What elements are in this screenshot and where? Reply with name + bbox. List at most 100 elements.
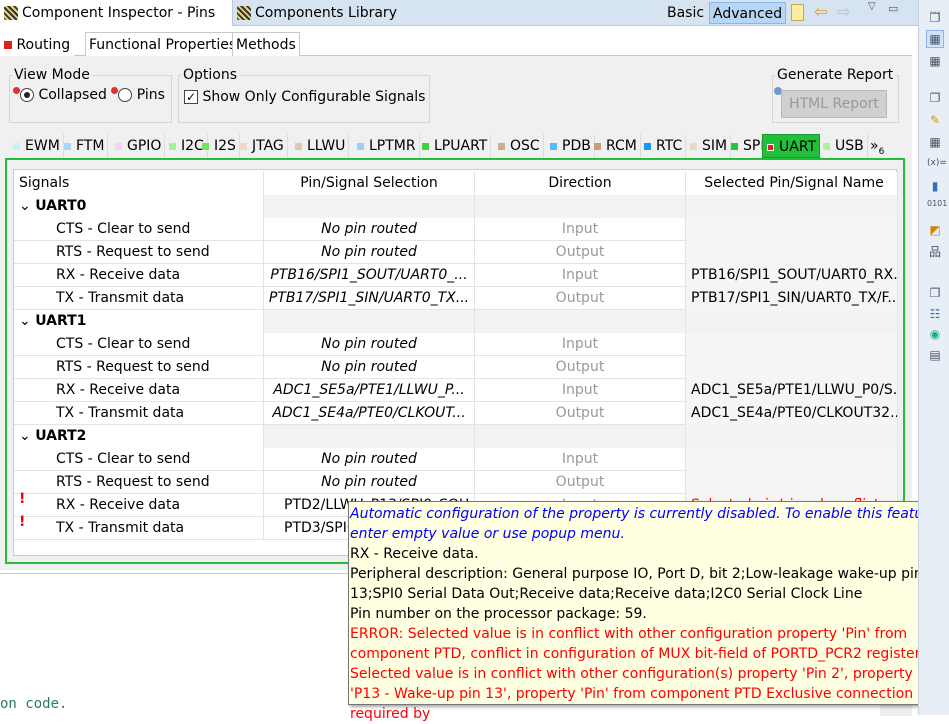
- table-row[interactable]: CTS - Clear to send No pin routed Input: [14, 218, 898, 241]
- show-configurable-checkbox[interactable]: ✓: [184, 90, 198, 104]
- direction: Input: [475, 218, 686, 241]
- peripheral-tab-uart[interactable]: UART: [762, 134, 821, 158]
- pin-selection[interactable]: No pin routed: [264, 241, 475, 264]
- peripheral-tab-ftm[interactable]: FTM: [60, 134, 109, 158]
- expressions-icon[interactable]: (x)=: [927, 155, 947, 171]
- pin-selection[interactable]: No pin routed: [264, 471, 475, 494]
- pin-selection[interactable]: PTB17/SPI1_SIN/UART0_TX...: [264, 287, 475, 310]
- peripheral-tab-sim[interactable]: SIM: [686, 134, 732, 158]
- color-swatch: [422, 142, 429, 150]
- target-icon[interactable]: ◉: [927, 326, 943, 342]
- collapse-icon[interactable]: ⌄: [19, 428, 35, 444]
- table-row[interactable]: TX - Transmit data ADC1_SE4a/PTE0/CLKOUT.…: [14, 402, 898, 425]
- signal-name: CTS - Clear to send: [14, 333, 264, 356]
- tab-components-library[interactable]: Components Library: [233, 0, 397, 26]
- tab-routing[interactable]: Routing: [0, 32, 75, 56]
- group-row[interactable]: ⌄ UART2: [14, 425, 898, 448]
- tab-functional-properties[interactable]: Functional Properties: [85, 32, 241, 56]
- restore-icon[interactable]: ❐: [927, 285, 943, 301]
- selected-pin-name: [686, 356, 898, 379]
- table-row[interactable]: RX - Receive data ADC1_SE5a/PTE1/LLWU_P..…: [14, 379, 898, 402]
- tab-label: UART: [779, 139, 817, 155]
- table-row[interactable]: CTS - Clear to send No pin routed Input: [14, 448, 898, 471]
- component-inspector-icon[interactable]: ▦: [926, 30, 944, 48]
- restore-icon[interactable]: ❐: [927, 10, 943, 26]
- more-tabs-button[interactable]: »6: [866, 134, 887, 158]
- pin-selection[interactable]: ADC1_SE4a/PTE0/CLKOUT...: [264, 402, 475, 425]
- peripheral-tab-i2s[interactable]: I2S: [198, 134, 240, 158]
- table-row[interactable]: RTS - Request to send No pin routed Output: [14, 356, 898, 379]
- tab-label: I2S: [214, 138, 236, 154]
- selected-pin-name: ADC1_SE4a/PTE0/CLKOUT32...: [686, 402, 898, 425]
- tab-label: GPIO: [127, 138, 162, 154]
- pins-radio[interactable]: [118, 88, 133, 102]
- components-library-icon[interactable]: ▦: [927, 53, 943, 69]
- peripheral-tab-lpuart[interactable]: LPUART: [418, 134, 492, 158]
- peripheral-tab-jtag[interactable]: JTAG: [236, 134, 288, 158]
- new-note-icon[interactable]: [791, 4, 804, 21]
- minimize-icon[interactable]: ▭: [888, 2, 898, 15]
- peripherals-icon[interactable]: ◩: [927, 222, 943, 238]
- outline-icon[interactable]: ☷: [927, 306, 943, 322]
- color-swatch: [115, 142, 122, 150]
- peripheral-tab-gpio[interactable]: GPIO: [111, 134, 166, 158]
- pin-selection[interactable]: No pin routed: [264, 448, 475, 471]
- component-icon: [237, 6, 251, 20]
- advanced-button[interactable]: Advanced: [709, 2, 787, 24]
- pin-tool-icon[interactable]: ✎: [927, 112, 943, 128]
- collapse-icon[interactable]: ⌄: [19, 198, 35, 214]
- peripheral-tab-usb[interactable]: USB: [819, 134, 868, 158]
- collapsed-radio[interactable]: [20, 88, 34, 102]
- restore-icon[interactable]: ❐: [927, 90, 943, 106]
- color-swatch: [731, 142, 738, 150]
- column-header[interactable]: Pin/Signal Selection: [264, 172, 475, 195]
- html-report-button[interactable]: HTML Report: [781, 90, 887, 118]
- column-header[interactable]: Selected Pin/Signal Name: [686, 172, 898, 195]
- peripheral-tab-lptmr[interactable]: LPTMR: [353, 134, 420, 158]
- tab-label: LPTMR: [369, 138, 416, 154]
- table-row[interactable]: RTS - Request to send No pin routed Output: [14, 241, 898, 264]
- group-row[interactable]: ⌄ UART0: [14, 195, 898, 218]
- memory-icon[interactable]: ▮: [927, 178, 943, 194]
- forward-arrow-icon[interactable]: ⇨: [837, 2, 850, 21]
- column-header[interactable]: Signals: [14, 172, 264, 195]
- peripheral-tab-rcm[interactable]: RCM: [590, 134, 641, 158]
- pin-selection[interactable]: No pin routed: [264, 333, 475, 356]
- tab-label: JTAG: [252, 138, 284, 154]
- tab-methods[interactable]: Methods: [232, 32, 300, 56]
- peripheral-tab-llwu[interactable]: LLWU: [291, 134, 350, 158]
- component-icon[interactable]: ▦: [927, 134, 943, 150]
- signal-name: RX - Receive data: [14, 264, 264, 287]
- pin-selection[interactable]: No pin routed: [264, 218, 475, 241]
- table-row[interactable]: TX - Transmit data PTB17/SPI1_SIN/UART0_T…: [14, 287, 898, 310]
- tab-component-inspector[interactable]: Component Inspector - Pins ✕: [0, 0, 233, 46]
- peripheral-tab-pdb[interactable]: PDB: [546, 134, 595, 158]
- group-name: ⌄ UART0: [14, 195, 264, 218]
- tab-label: RTC: [656, 138, 683, 154]
- registers-icon[interactable]: 0101: [927, 200, 947, 216]
- hierarchy-icon[interactable]: 品: [927, 244, 943, 260]
- pin-selection[interactable]: ADC1_SE5a/PTE1/LLWU_P...: [264, 379, 475, 402]
- collapse-icon[interactable]: ⌄: [19, 313, 35, 329]
- tooltip-line: RX - Receive data.: [350, 546, 479, 562]
- basic-button[interactable]: Basic: [664, 2, 707, 24]
- group-row[interactable]: ⌄ UART1: [14, 310, 898, 333]
- pin-selection[interactable]: PTB16/SPI1_SOUT/UART0_...: [264, 264, 475, 287]
- peripheral-tab-ewm[interactable]: EWM: [9, 134, 64, 158]
- tab-label: Routing: [16, 37, 71, 53]
- console-icon[interactable]: ▤: [927, 347, 943, 363]
- view-menu-icon[interactable]: ▽: [868, 1, 876, 12]
- signal-name: RTS - Request to send: [14, 356, 264, 379]
- error-icon: !: [19, 491, 26, 507]
- back-arrow-icon[interactable]: ⇦: [814, 2, 827, 21]
- radio-label: Pins: [136, 87, 165, 103]
- selected-pin-name: [686, 241, 898, 264]
- tab-label: PDB: [562, 138, 591, 154]
- table-row[interactable]: RX - Receive data PTB16/SPI1_SOUT/UART0_.…: [14, 264, 898, 287]
- peripheral-tab-rtc[interactable]: RTC: [640, 134, 687, 158]
- pin-selection[interactable]: No pin routed: [264, 356, 475, 379]
- column-header[interactable]: Direction: [475, 172, 686, 195]
- table-row[interactable]: CTS - Clear to send No pin routed Input: [14, 333, 898, 356]
- table-row[interactable]: RTS - Request to send No pin routed Output: [14, 471, 898, 494]
- peripheral-tab-osc[interactable]: OSC: [494, 134, 544, 158]
